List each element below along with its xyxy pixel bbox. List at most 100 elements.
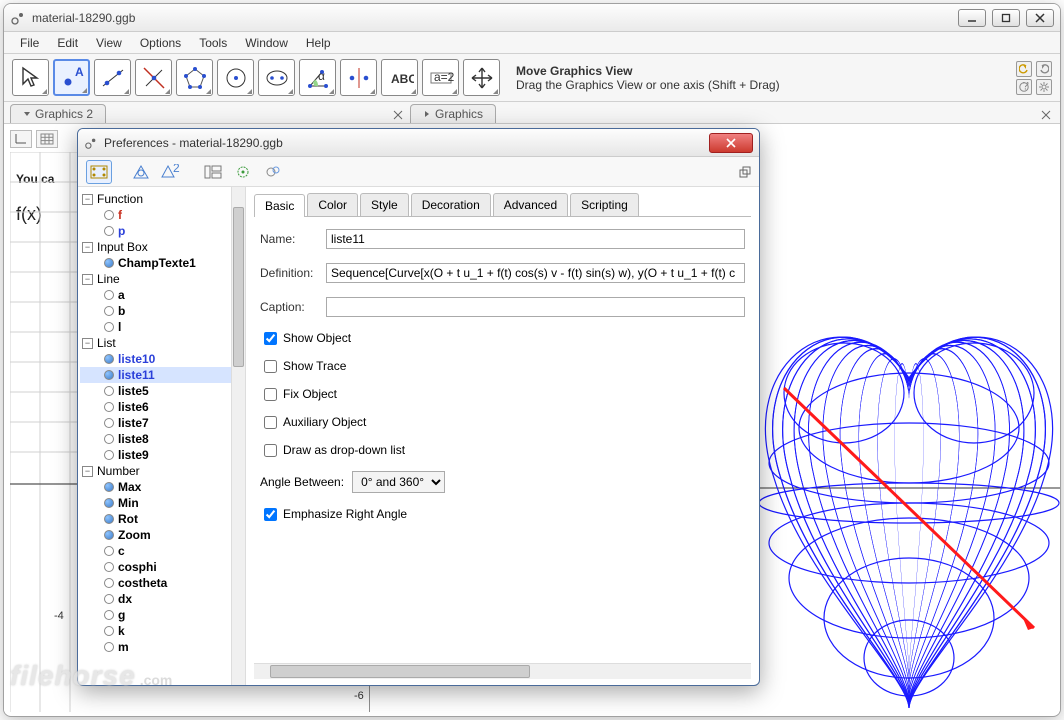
dlgtool-layout[interactable] xyxy=(200,160,226,184)
ptab-color[interactable]: Color xyxy=(307,193,358,216)
tree-item[interactable]: a xyxy=(80,287,243,303)
ptab-scripting[interactable]: Scripting xyxy=(570,193,639,216)
tool-segment[interactable] xyxy=(135,59,172,96)
tree-category[interactable]: −List xyxy=(80,335,243,351)
tool-polygon[interactable] xyxy=(176,59,213,96)
stylebar-grid[interactable] xyxy=(36,130,58,148)
caption-input[interactable] xyxy=(326,297,745,317)
stylebar-axes[interactable] xyxy=(10,130,32,148)
menu-tools[interactable]: Tools xyxy=(191,34,235,52)
collapse-icon[interactable]: − xyxy=(82,242,93,253)
visibility-icon[interactable] xyxy=(104,626,114,636)
visibility-icon[interactable] xyxy=(104,258,114,268)
tool-move-graphics[interactable] xyxy=(463,59,500,96)
visibility-icon[interactable] xyxy=(104,418,114,428)
tab-graphics[interactable]: Graphics xyxy=(410,104,496,123)
tree-item[interactable]: liste7 xyxy=(80,415,243,431)
ptab-advanced[interactable]: Advanced xyxy=(493,193,568,216)
help-button[interactable]: ? xyxy=(1016,79,1032,95)
tree-item[interactable]: dx xyxy=(80,591,243,607)
dialog-hscroll-thumb[interactable] xyxy=(270,665,530,678)
tree-item[interactable]: liste11 xyxy=(80,367,243,383)
visibility-icon[interactable] xyxy=(104,530,114,540)
tool-slider[interactable]: a=2 xyxy=(422,59,459,96)
visibility-icon[interactable] xyxy=(104,210,114,220)
dialog-close-button[interactable] xyxy=(709,133,753,153)
close-button[interactable] xyxy=(1026,9,1054,27)
dialog-hscroll[interactable] xyxy=(254,663,751,679)
collapse-icon[interactable]: − xyxy=(82,274,93,285)
show-trace-checkbox[interactable] xyxy=(264,360,277,373)
tree-item[interactable]: Max xyxy=(80,479,243,495)
visibility-icon[interactable] xyxy=(104,322,114,332)
dlgtool-graphics[interactable] xyxy=(128,160,154,184)
visibility-icon[interactable] xyxy=(104,642,114,652)
collapse-icon[interactable]: − xyxy=(82,466,93,477)
tree-item[interactable]: liste9 xyxy=(80,447,243,463)
undo-button[interactable] xyxy=(1016,61,1032,77)
tool-point[interactable]: A xyxy=(53,59,90,96)
emph-right-checkbox[interactable] xyxy=(264,508,277,521)
tree-item[interactable]: Rot xyxy=(80,511,243,527)
tree-category[interactable]: −Line xyxy=(80,271,243,287)
visibility-icon[interactable] xyxy=(104,482,114,492)
dlgtool-advanced[interactable] xyxy=(260,160,286,184)
dlgtool-objects[interactable] xyxy=(86,160,112,184)
visibility-icon[interactable] xyxy=(104,306,114,316)
tree-item[interactable]: g xyxy=(80,607,243,623)
dialog-detach-icon[interactable] xyxy=(739,166,751,178)
redo-button[interactable] xyxy=(1036,61,1052,77)
tool-move[interactable] xyxy=(12,59,49,96)
tree-item[interactable]: ChampTexte1 xyxy=(80,255,243,271)
tree-category[interactable]: −Input Box xyxy=(80,239,243,255)
tree-category[interactable]: −Number xyxy=(80,463,243,479)
tree-category[interactable]: −Function xyxy=(80,191,243,207)
object-tree[interactable]: −Functionfp−Input BoxChampTexte1−Lineabl… xyxy=(78,187,246,685)
heart-plot[interactable] xyxy=(744,298,1061,717)
graphics2-close[interactable] xyxy=(390,107,406,123)
tool-angle[interactable]: α xyxy=(299,59,336,96)
visibility-icon[interactable] xyxy=(104,450,114,460)
menu-view[interactable]: View xyxy=(88,34,130,52)
name-input[interactable] xyxy=(326,229,745,249)
aux-object-checkbox[interactable] xyxy=(264,416,277,429)
tool-line[interactable] xyxy=(94,59,131,96)
dropdown-checkbox[interactable] xyxy=(264,444,277,457)
visibility-icon[interactable] xyxy=(104,370,114,380)
visibility-icon[interactable] xyxy=(104,514,114,524)
tree-item[interactable]: liste8 xyxy=(80,431,243,447)
tree-item[interactable]: l xyxy=(80,319,243,335)
tree-item[interactable]: costheta xyxy=(80,575,243,591)
definition-input[interactable] xyxy=(326,263,745,283)
visibility-icon[interactable] xyxy=(104,498,114,508)
tool-circle[interactable] xyxy=(217,59,254,96)
collapse-icon[interactable]: − xyxy=(82,338,93,349)
menu-options[interactable]: Options xyxy=(132,34,189,52)
maximize-button[interactable] xyxy=(992,9,1020,27)
menu-file[interactable]: File xyxy=(12,34,47,52)
dlgtool-graphics2[interactable]: 2 xyxy=(158,160,184,184)
graphics-close[interactable] xyxy=(1038,107,1054,123)
collapse-icon[interactable]: − xyxy=(82,194,93,205)
tool-reflect[interactable] xyxy=(340,59,377,96)
visibility-icon[interactable] xyxy=(104,354,114,364)
minimize-button[interactable] xyxy=(958,9,986,27)
dlgtool-defaults[interactable] xyxy=(230,160,256,184)
menu-edit[interactable]: Edit xyxy=(49,34,86,52)
tree-item[interactable]: f xyxy=(80,207,243,223)
visibility-icon[interactable] xyxy=(104,594,114,604)
tree-item[interactable]: k xyxy=(80,623,243,639)
tree-item[interactable]: b xyxy=(80,303,243,319)
tab-graphics2[interactable]: Graphics 2 xyxy=(10,104,106,123)
fix-object-checkbox[interactable] xyxy=(264,388,277,401)
angle-between-select[interactable]: 0° and 360° xyxy=(352,471,445,493)
visibility-icon[interactable] xyxy=(104,562,114,572)
visibility-icon[interactable] xyxy=(104,610,114,620)
visibility-icon[interactable] xyxy=(104,546,114,556)
tree-item[interactable]: c xyxy=(80,543,243,559)
visibility-icon[interactable] xyxy=(104,578,114,588)
visibility-icon[interactable] xyxy=(104,386,114,396)
ptab-decoration[interactable]: Decoration xyxy=(411,193,491,216)
ptab-style[interactable]: Style xyxy=(360,193,409,216)
tree-scrollbar-thumb[interactable] xyxy=(233,207,244,367)
